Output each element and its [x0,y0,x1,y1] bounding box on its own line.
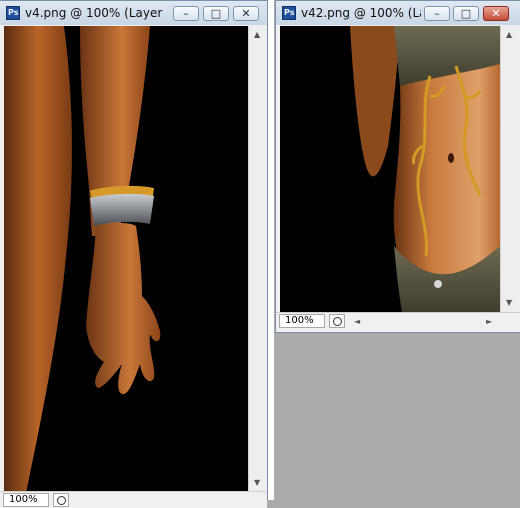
scroll-right-icon[interactable]: ► [486,317,492,326]
title-bar[interactable]: v4.png @ 100% (Layer 1, ... – □ ✕ [0,1,267,25]
window-title: v4.png @ 100% (Layer 1, ... [25,6,167,20]
status-bar: 100% ◄ ► [276,312,520,332]
close-button[interactable]: ✕ [483,6,509,21]
scroll-up-icon[interactable]: ▲ [506,30,512,39]
zoom-field[interactable]: 100% [3,493,49,507]
vertical-scrollbar[interactable]: ▲ ▼ [500,26,519,312]
photoshop-document-icon [6,6,20,20]
close-icon: ✕ [241,7,251,20]
navigator-icon[interactable] [329,314,345,328]
zoom-field[interactable]: 100% [279,314,325,328]
arm-image [4,26,161,493]
minimize-icon: – [183,7,189,20]
title-bar[interactable]: v42.png @ 100% (La... – □ ✕ [276,1,520,25]
scroll-left-icon[interactable]: ◄ [354,317,360,326]
document-window-v4[interactable]: v4.png @ 100% (Layer 1, ... – □ ✕ [0,0,268,508]
image-canvas[interactable] [280,26,500,312]
scroll-down-icon[interactable]: ▼ [254,478,260,487]
image-canvas[interactable] [4,26,248,493]
photoshop-document-icon [282,6,296,20]
minimize-button[interactable]: – [424,6,450,21]
scroll-up-icon[interactable]: ▲ [254,30,260,39]
close-button[interactable]: ✕ [233,6,259,21]
maximize-button[interactable]: □ [453,6,479,21]
vertical-scrollbar[interactable]: ▲ ▼ [248,26,267,493]
maximize-button[interactable]: □ [203,6,229,21]
navigator-icon[interactable] [53,493,69,507]
close-icon: ✕ [491,7,501,20]
torso-image [350,26,500,312]
maximize-icon: □ [210,7,222,20]
window-title: v42.png @ 100% (La... [301,6,421,20]
minimize-icon: – [434,7,440,20]
document-window-v42[interactable]: v42.png @ 100% (La... – □ ✕ [275,0,520,333]
scroll-down-icon[interactable]: ▼ [506,298,512,307]
maximize-icon: □ [460,7,472,20]
minimize-button[interactable]: – [173,6,199,21]
